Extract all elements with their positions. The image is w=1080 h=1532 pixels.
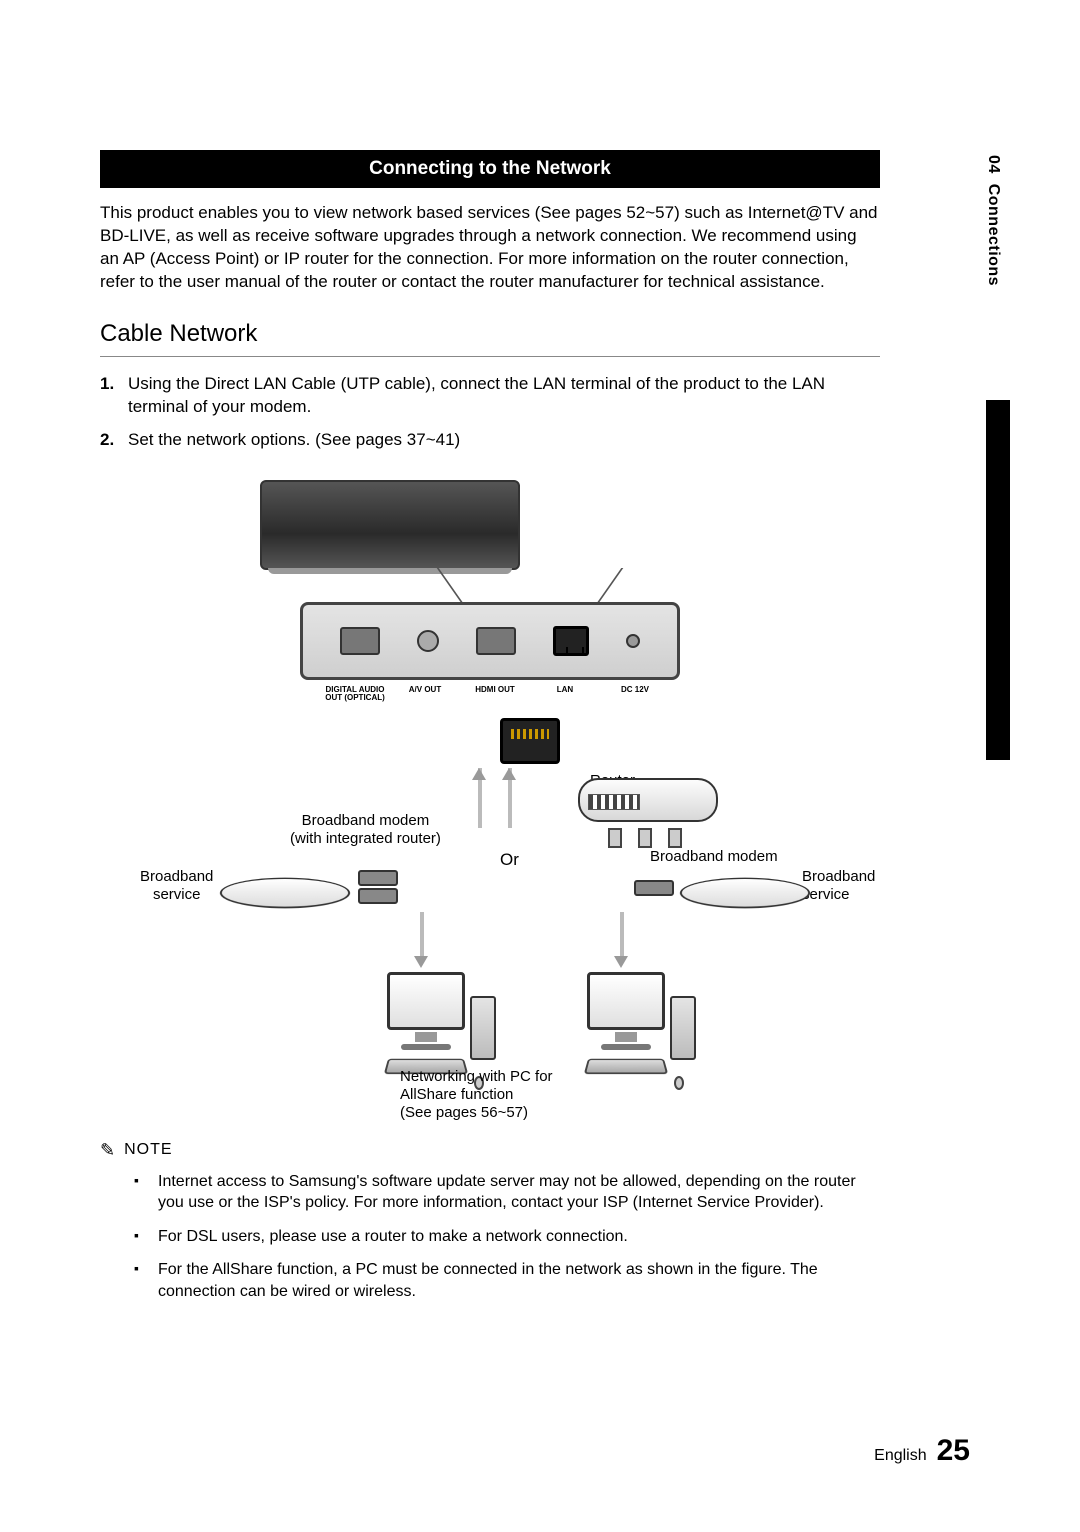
connector-line	[620, 912, 624, 956]
note-item: Internet access to Samsung's software up…	[130, 1171, 880, 1214]
modem-icon	[676, 877, 815, 908]
pc-note-label: Networking with PC for AllShare function…	[400, 1068, 553, 1122]
divider	[100, 356, 880, 357]
arrow-up-icon	[472, 768, 486, 780]
port-label: LAN	[530, 686, 600, 703]
note-icon: ✎	[100, 1140, 116, 1161]
or-label: Or	[500, 850, 519, 870]
device-illustration	[260, 480, 520, 570]
note-label: NOTE	[124, 1141, 172, 1159]
port-dc-icon	[626, 634, 640, 648]
connector-icon	[358, 888, 398, 904]
pc-icon	[580, 972, 672, 1092]
router-icon	[578, 778, 718, 822]
diagram: DIGITAL AUDIO OUT (OPTICAL) A/V OUT HDMI…	[100, 472, 880, 1112]
port-label: DIGITAL AUDIO OUT (OPTICAL)	[320, 686, 390, 703]
section-header: Connecting to the Network	[100, 150, 880, 188]
steps-list: 1. Using the Direct LAN Cable (UTP cable…	[100, 373, 880, 452]
connector-icon	[634, 880, 674, 896]
modem-integrated-label: Broadband modem (with integrated router)	[290, 812, 441, 848]
port-lan-icon	[553, 626, 589, 656]
intro-paragraph: This product enables you to view network…	[100, 202, 880, 294]
note-item: For DSL users, please use a router to ma…	[130, 1226, 880, 1248]
port-optical-icon	[340, 627, 380, 655]
page-number: 25	[937, 1434, 970, 1468]
chapter-number: 04	[985, 155, 1002, 174]
port-hdmi-icon	[476, 627, 516, 655]
port-label: DC 12V	[600, 686, 670, 703]
page-footer: English 25	[874, 1434, 970, 1468]
step-number: 2.	[100, 429, 128, 452]
step-text: Using the Direct LAN Cable (UTP cable), …	[128, 373, 880, 419]
section-header-text: Connecting to the Network	[369, 158, 611, 179]
chapter-title: Connections	[985, 184, 1002, 286]
modem-label: Broadband modem	[650, 848, 778, 866]
port-label: A/V OUT	[390, 686, 460, 703]
footer-language: English	[874, 1447, 926, 1465]
connector-line	[420, 912, 424, 956]
connector-icon	[358, 870, 398, 886]
step-item: 1. Using the Direct LAN Cable (UTP cable…	[100, 373, 880, 419]
arrow-up-icon	[502, 768, 516, 780]
note-item: For the AllShare function, a PC must be …	[130, 1259, 880, 1302]
port-label: HDMI OUT	[460, 686, 530, 703]
arrow-down-icon	[614, 956, 628, 968]
port-labels: DIGITAL AUDIO OUT (OPTICAL) A/V OUT HDMI…	[320, 686, 670, 703]
note-list: Internet access to Samsung's software up…	[100, 1171, 880, 1303]
rear-panel	[300, 602, 680, 680]
modem-icon	[216, 877, 355, 908]
side-tab: 04 Connections	[984, 155, 1002, 286]
note-heading: ✎ NOTE	[100, 1140, 880, 1161]
thumb-tab	[986, 400, 1010, 760]
step-text: Set the network options. (See pages 37~4…	[128, 429, 460, 452]
subsection-title: Cable Network	[100, 320, 980, 348]
step-item: 2. Set the network options. (See pages 3…	[100, 429, 880, 452]
broadband-service-label: Broadband service	[140, 868, 213, 904]
arrow-down-icon	[414, 956, 428, 968]
step-number: 1.	[100, 373, 128, 419]
callout-line	[437, 568, 624, 606]
port-av-icon	[417, 630, 439, 652]
broadband-service-label: Broadband service	[802, 868, 875, 904]
lan-port-closeup-icon	[500, 718, 560, 764]
